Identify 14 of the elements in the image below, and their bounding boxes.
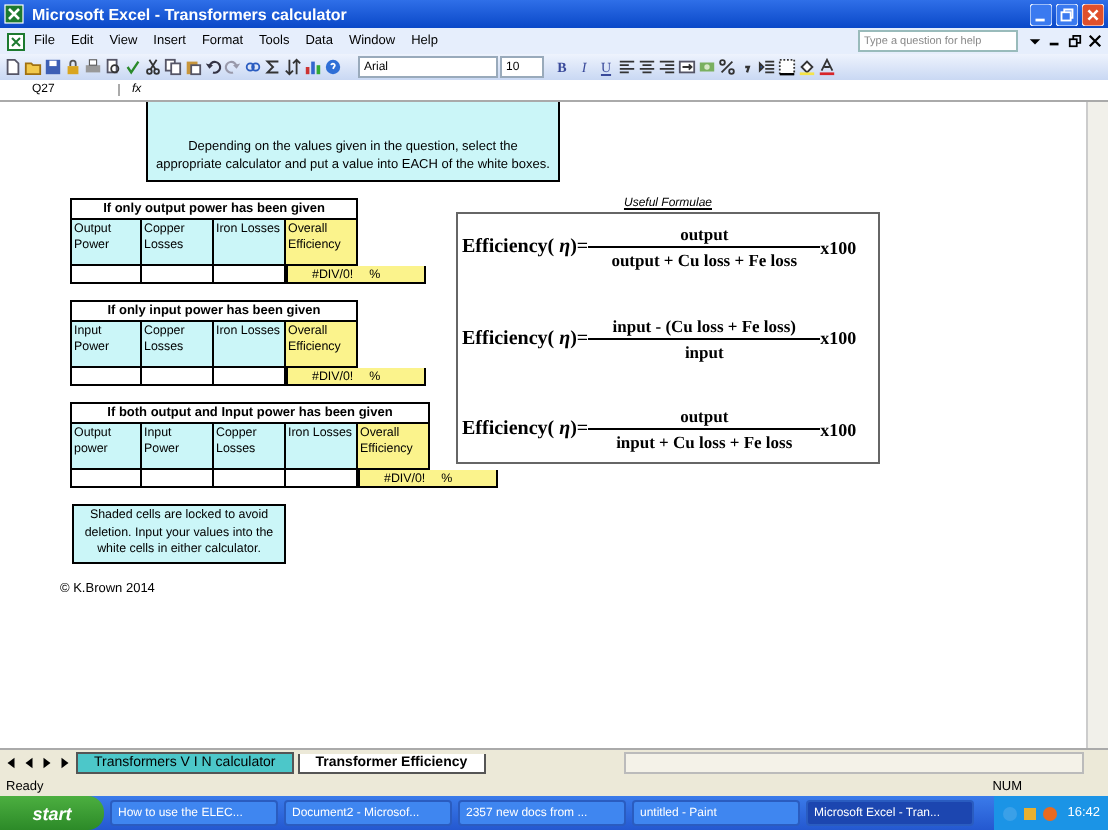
numerator: input - (Cu loss + Fe loss)	[588, 315, 821, 339]
denominator: input + Cu loss + Fe loss	[616, 430, 793, 452]
formula-label: Efficiency( η)=	[462, 418, 589, 440]
denominator: output + Cu loss + Fe loss	[611, 248, 798, 270]
formula-label: Efficiency( η)=	[462, 236, 589, 258]
window-title: Microsoft Excel - Transformers calculator	[32, 5, 347, 23]
formula-label: Efficiency( η)=	[462, 327, 589, 349]
multiplier: x100	[820, 419, 857, 439]
multiplier: x100	[820, 237, 857, 257]
start-button[interactable]: start	[0, 796, 104, 830]
numerator: output	[588, 224, 821, 248]
numerator: output	[588, 406, 821, 430]
denominator: input	[684, 339, 724, 361]
multiplier: x100	[820, 328, 857, 348]
